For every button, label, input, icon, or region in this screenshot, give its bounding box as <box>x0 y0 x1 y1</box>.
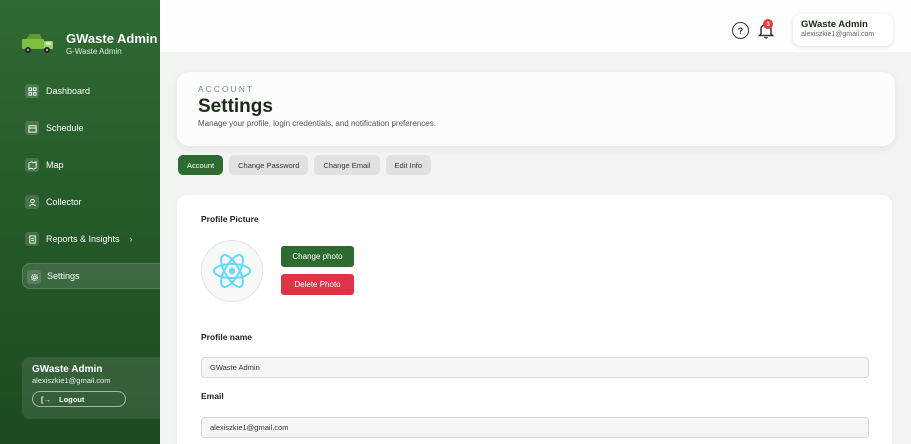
sidebar-item-collector[interactable]: Collector <box>0 189 160 215</box>
account-card: Profile Picture Change photo Delete Phot… <box>177 195 892 444</box>
sidebar-item-settings[interactable]: Settings <box>22 263 160 289</box>
help-glyph: ? <box>737 25 744 36</box>
topbar: ? 3 GWaste Admin alexiszkie1@gmail.com <box>160 0 911 52</box>
document-icon <box>25 232 39 246</box>
help-icon[interactable]: ? <box>732 22 749 39</box>
sidebar-item-label: Map <box>46 160 64 170</box>
change-photo-button[interactable]: Change photo <box>281 246 354 267</box>
topbar-user-email: alexiszkie1@gmail.com <box>801 31 875 38</box>
brand: GWaste Admin G-Waste Admin <box>0 0 160 62</box>
email-label: Email <box>201 391 224 401</box>
brand-title: GWaste Admin <box>66 30 158 46</box>
sidebar-item-label: Settings <box>47 271 80 281</box>
topbar-user-name: GWaste Admin <box>801 19 868 30</box>
delete-photo-button[interactable]: Delete Photo <box>281 274 354 295</box>
calendar-icon <box>25 121 39 135</box>
map-icon <box>25 158 39 172</box>
notification-button[interactable]: 3 <box>755 19 777 41</box>
sidebar-item-dashboard[interactable]: Dashboard <box>0 78 160 104</box>
sidebar-item-label: Collector <box>46 197 82 207</box>
page-subtitle: Manage your profile, login credentials, … <box>198 119 436 128</box>
profile-name-field[interactable]: GWaste Admin <box>201 357 869 378</box>
email-field[interactable]: alexiszkie1@gmail.com <box>201 417 869 438</box>
chevron-right-icon: › <box>129 234 133 244</box>
settings-tabs: Account Change Password Change Email Edi… <box>178 155 432 175</box>
truck-logo-icon <box>20 31 56 55</box>
sidebar-item-schedule[interactable]: Schedule <box>0 115 160 141</box>
avatar[interactable] <box>201 240 263 302</box>
user-icon <box>25 195 39 209</box>
sidebar-nav: Dashboard Schedule Map Collector Reports… <box>0 78 160 289</box>
sidebar-item-label: Dashboard <box>46 86 91 96</box>
sidebar: GWaste Admin G-Waste Admin Dashboard Sch… <box>0 0 160 444</box>
notification-badge: 3 <box>763 19 773 29</box>
logout-label: Logout <box>59 394 85 404</box>
sidebar-item-map[interactable]: Map <box>0 152 160 178</box>
page-header: ACCOUNT Settings Manage your profile, lo… <box>177 72 895 146</box>
sidebar-item-reports-insights[interactable]: Reports & Insights › <box>0 226 160 252</box>
profile-picture-label: Profile Picture <box>201 214 259 224</box>
sidebar-item-label: Schedule <box>46 123 84 133</box>
tab-account[interactable]: Account <box>178 155 224 175</box>
brand-subtitle: G-Waste Admin <box>66 46 122 56</box>
sidebar-user-email: alexiszkie1@gmail.com <box>32 376 111 385</box>
grid-icon <box>25 84 39 98</box>
tab-edit-info[interactable]: Edit Info <box>385 155 432 175</box>
topbar-user-card[interactable]: GWaste Admin alexiszkie1@gmail.com <box>793 14 893 46</box>
react-logo-icon <box>213 254 251 288</box>
page-eyebrow: ACCOUNT <box>198 84 255 94</box>
sidebar-item-label: Reports & Insights <box>46 234 120 244</box>
logout-icon: [→ <box>41 394 51 404</box>
profile-name-label: Profile name <box>201 332 253 342</box>
page-title: Settings <box>198 96 273 117</box>
sidebar-user-card: GWaste Admin alexiszkie1@gmail.com [→ Lo… <box>22 357 160 419</box>
logout-button[interactable]: [→ Logout <box>32 391 126 407</box>
sidebar-user-name: GWaste Admin <box>32 364 103 375</box>
tab-change-password[interactable]: Change Password <box>229 155 309 175</box>
tab-change-email[interactable]: Change Email <box>314 155 380 175</box>
gear-icon <box>27 270 41 284</box>
